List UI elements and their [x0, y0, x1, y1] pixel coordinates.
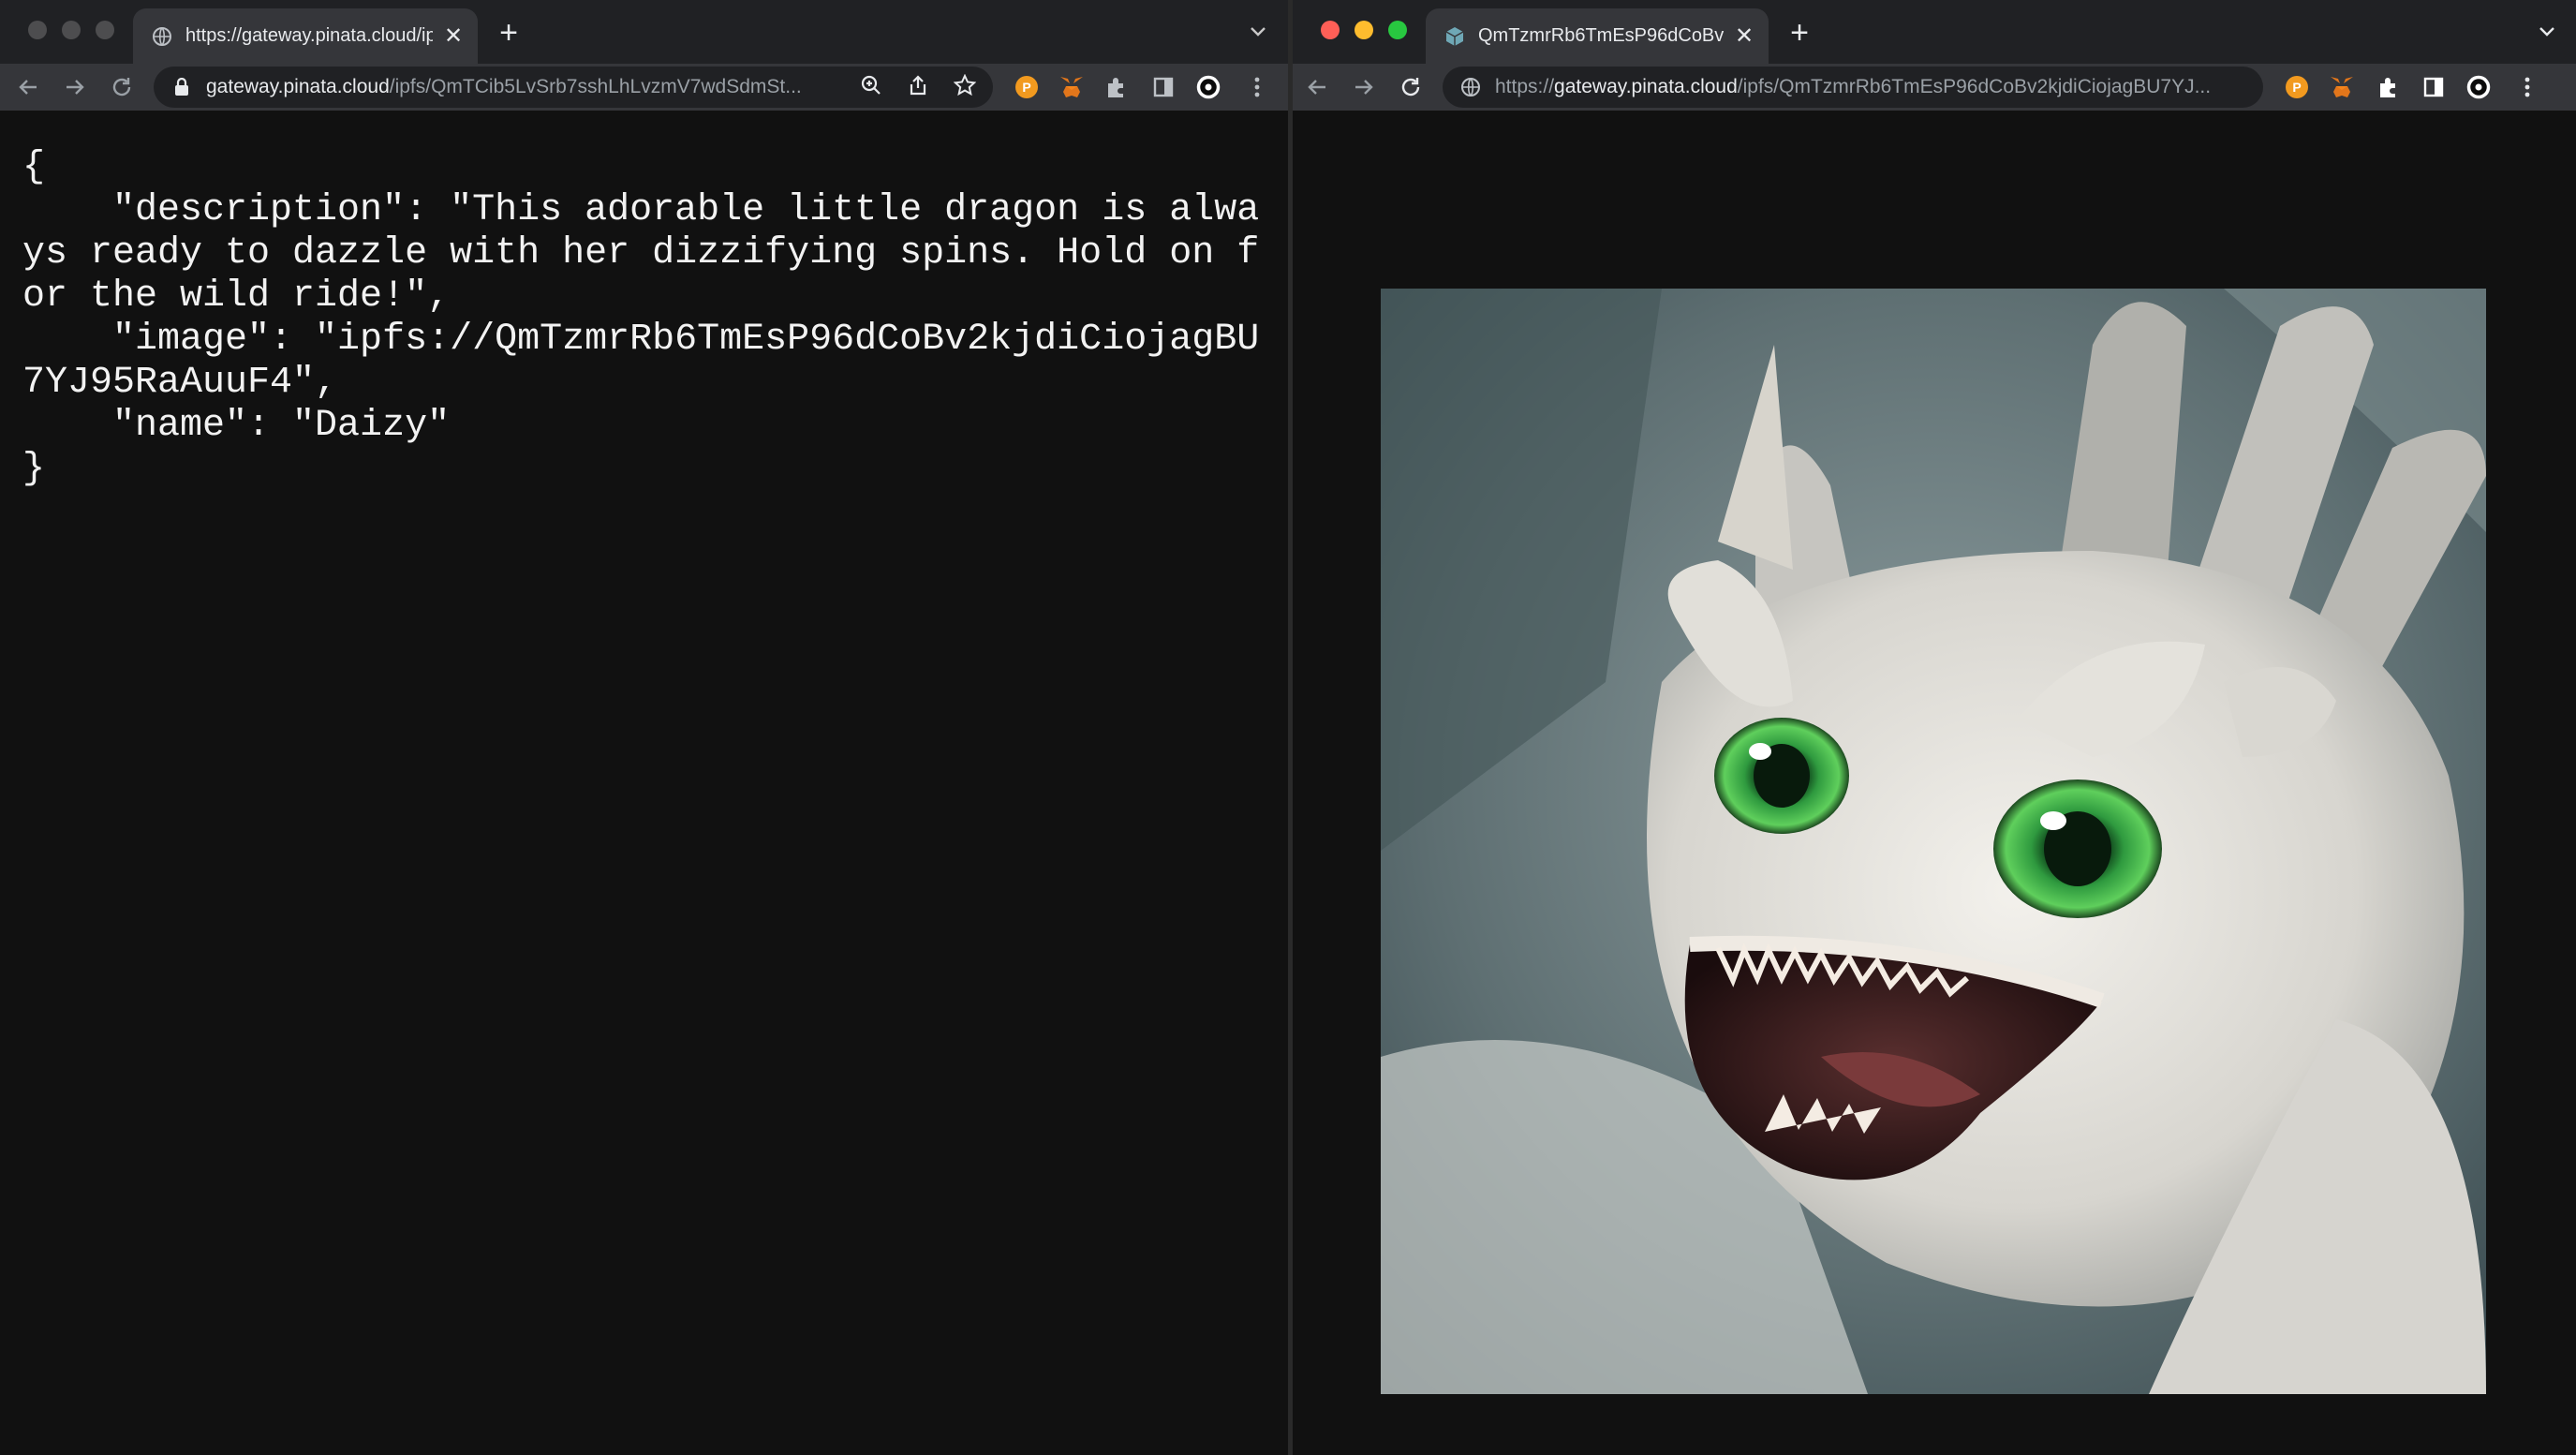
forward-arrow-icon[interactable]: [60, 72, 90, 102]
tab-strip: https://gateway.pinata.cloud/ipfs/QmTCib…: [0, 0, 1288, 64]
back-arrow-icon[interactable]: [13, 72, 43, 102]
bookmark-star-icon[interactable]: [953, 73, 977, 101]
page-content: [1293, 111, 2576, 1455]
zoom-window-button[interactable]: [1388, 21, 1407, 39]
metamask-fox-icon[interactable]: [1059, 74, 1085, 100]
minimize-window-button[interactable]: [62, 21, 81, 39]
profile-avatar-icon[interactable]: [1195, 74, 1221, 100]
new-tab-button[interactable]: +: [493, 17, 525, 49]
side-panel-icon[interactable]: [2421, 74, 2447, 100]
tab-active[interactable]: QmTzmrRb6TmEsP96dCoBv2kjdiCiojagBU7YJ95R…: [1426, 8, 1769, 64]
svg-text:P: P: [2292, 80, 2301, 95]
right-browser-window: QmTzmrRb6TmEsP96dCoBv2kjdiCiojagBU7YJ95R…: [1293, 0, 2576, 1455]
tab-search-chevron-icon[interactable]: [2535, 19, 2559, 43]
tab-title: https://gateway.pinata.cloud/ipfs/QmTCib…: [185, 25, 433, 46]
zoom-window-button[interactable]: [96, 21, 114, 39]
lock-icon[interactable]: [170, 76, 193, 98]
close-tab-icon[interactable]: ✕: [1733, 24, 1755, 48]
close-tab-icon[interactable]: ✕: [442, 24, 465, 48]
svg-text:P: P: [1022, 80, 1030, 95]
back-arrow-icon[interactable]: [1302, 72, 1332, 102]
minimize-window-button[interactable]: [1355, 21, 1373, 39]
more-menu-icon[interactable]: [1244, 74, 1270, 100]
new-tab-button[interactable]: +: [1784, 17, 1815, 49]
extension-coin-icon[interactable]: P: [2284, 74, 2310, 100]
more-menu-icon[interactable]: [2514, 74, 2540, 100]
reload-icon[interactable]: [107, 72, 137, 102]
zoom-icon[interactable]: [860, 74, 882, 101]
address-bar[interactable]: gateway.pinata.cloud/ipfs/QmTCib5LvSrb7s…: [154, 67, 993, 108]
forward-arrow-icon[interactable]: [1349, 72, 1379, 102]
left-browser-window: https://gateway.pinata.cloud/ipfs/QmTCib…: [0, 0, 1288, 1455]
pinata-cube-icon: [1444, 26, 1465, 47]
page-content: { "description": "This adorable little d…: [0, 111, 1288, 1455]
metamask-fox-icon[interactable]: [2329, 74, 2355, 100]
dragon-image[interactable]: [1381, 289, 2486, 1394]
extensions-puzzle-icon[interactable]: [1103, 74, 1130, 100]
json-document: { "description": "This adorable little d…: [22, 146, 1260, 490]
url-text[interactable]: gateway.pinata.cloud/ipfs/QmTCib5LvSrb7s…: [206, 76, 847, 98]
url-path: /ipfs/QmTCib5LvSrb7sshLhLvzmV7wdSdmSt...: [389, 76, 802, 97]
url-host: gateway.pinata.cloud: [1554, 76, 1738, 97]
address-bar[interactable]: https://gateway.pinata.cloud/ipfs/QmTzmr…: [1443, 67, 2263, 108]
omnibox-actions: [860, 73, 977, 101]
url-host: gateway.pinata.cloud: [206, 76, 390, 97]
toolbar: https://gateway.pinata.cloud/ipfs/QmTzmr…: [1293, 64, 2576, 111]
profile-avatar-icon[interactable]: [2465, 74, 2492, 100]
share-icon[interactable]: [907, 74, 929, 101]
tab-title: QmTzmrRb6TmEsP96dCoBv2kjdiCiojagBU7YJ95R…: [1478, 25, 1724, 46]
url-scheme: https://: [1495, 76, 1555, 97]
toolbar: gateway.pinata.cloud/ipfs/QmTCib5LvSrb7s…: [0, 64, 1288, 111]
extension-coin-icon[interactable]: P: [1014, 74, 1040, 100]
tab-strip: QmTzmrRb6TmEsP96dCoBv2kjdiCiojagBU7YJ95R…: [1293, 0, 2576, 64]
side-panel-icon[interactable]: [1150, 74, 1177, 100]
tab-active[interactable]: https://gateway.pinata.cloud/ipfs/QmTCib…: [133, 8, 478, 64]
url-path: /ipfs/QmTzmrRb6TmEsP96dCoBv2kjdiCiojagBU…: [1737, 76, 2212, 97]
url-text[interactable]: https://gateway.pinata.cloud/ipfs/QmTzmr…: [1495, 76, 2246, 98]
tab-search-chevron-icon[interactable]: [1246, 19, 1270, 43]
close-window-button[interactable]: [28, 21, 47, 39]
site-info-icon[interactable]: [1459, 76, 1482, 98]
extensions-puzzle-icon[interactable]: [2376, 74, 2402, 100]
globe-icon: [152, 26, 172, 47]
close-window-button[interactable]: [1321, 21, 1340, 39]
reload-icon[interactable]: [1396, 72, 1426, 102]
